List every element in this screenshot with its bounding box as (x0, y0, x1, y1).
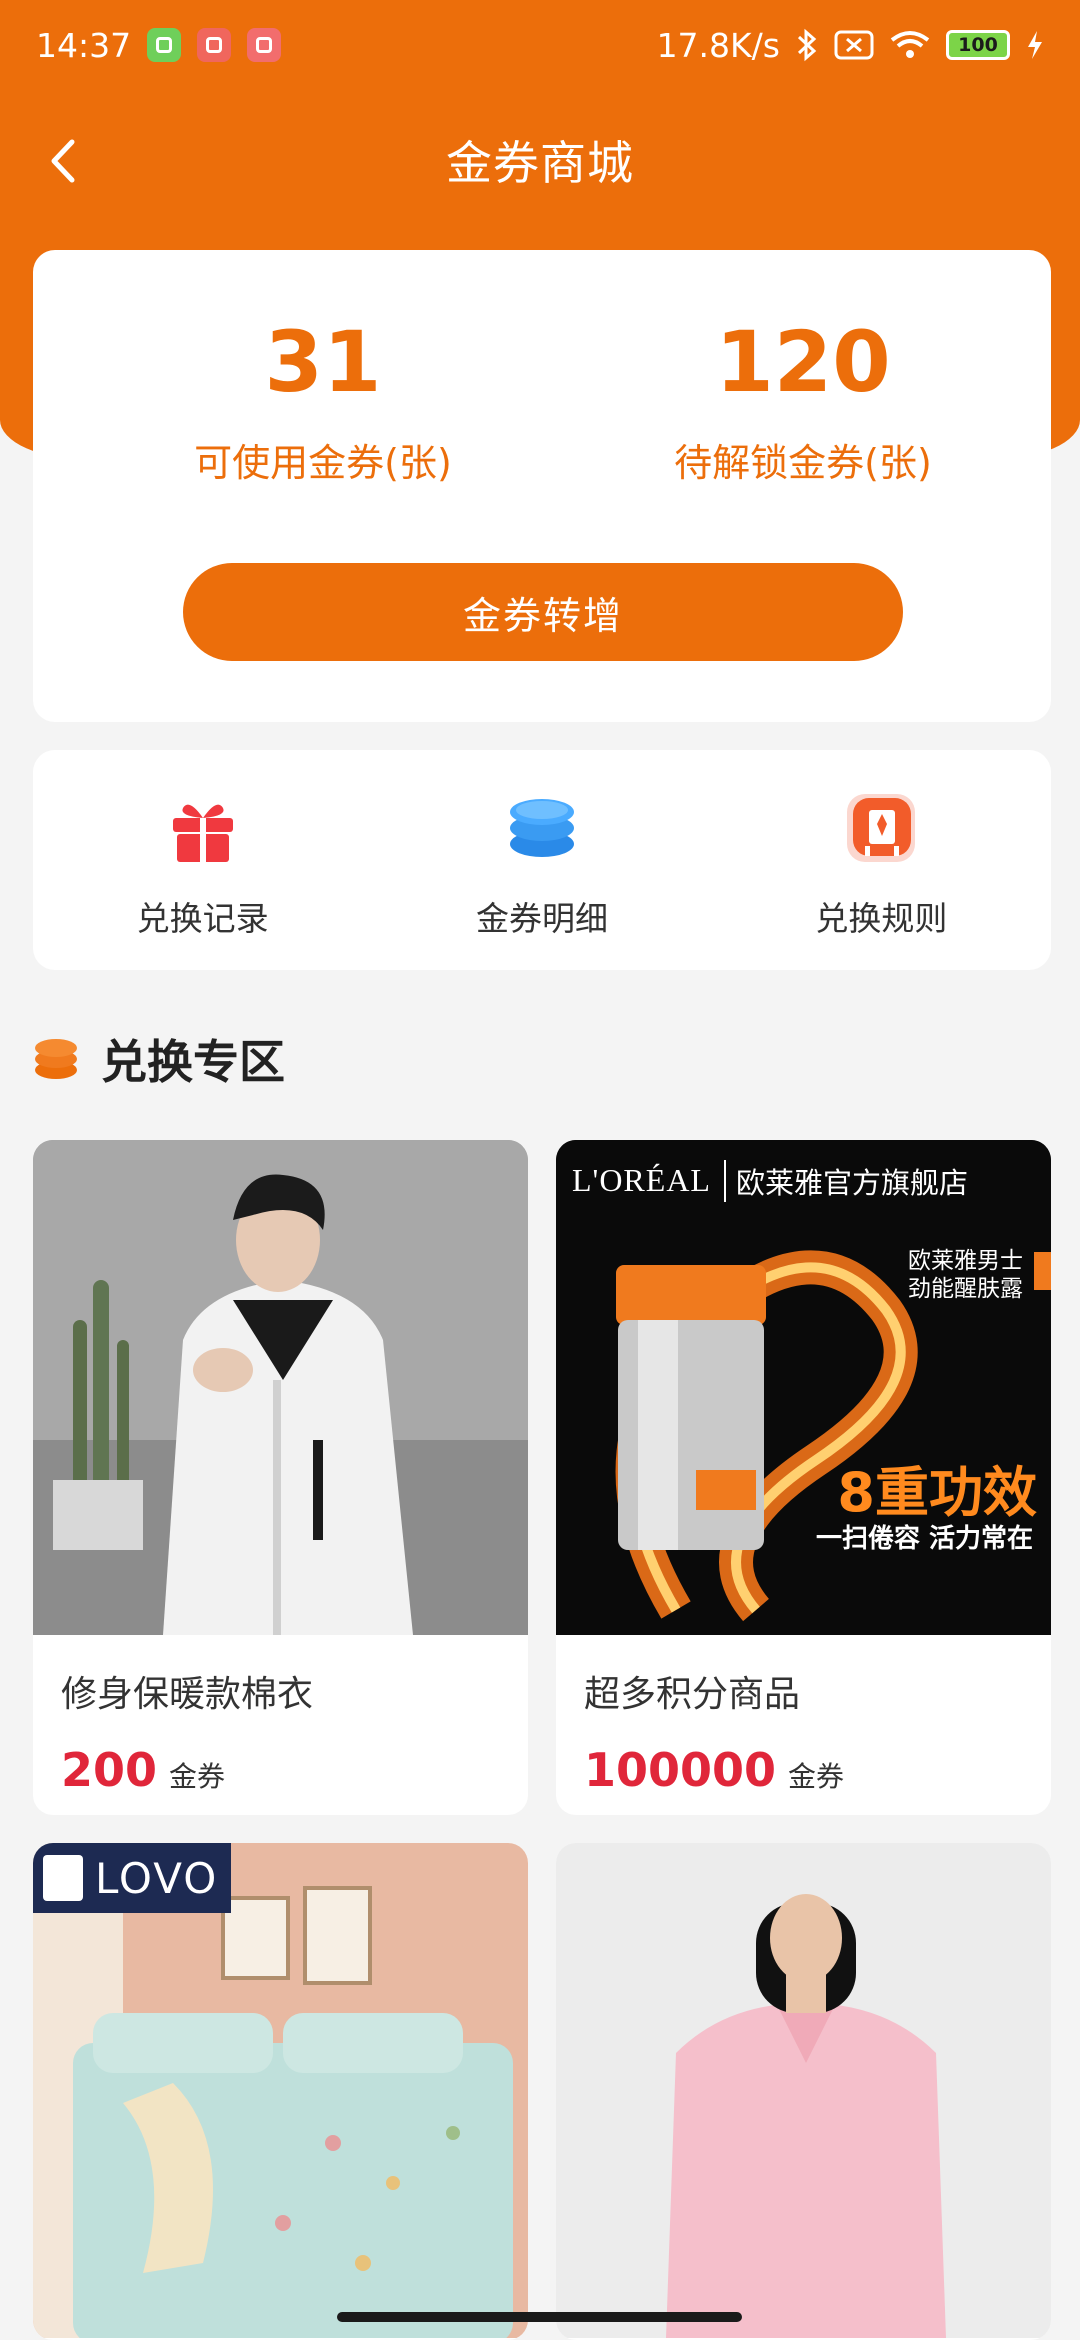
voucher-details-label: 金券明细 (475, 899, 608, 938)
product-card[interactable]: LOVO (33, 1843, 528, 2340)
lovo-logo: LOVO (33, 1843, 231, 1913)
page-title: 金券商城 (446, 136, 634, 190)
back-arrow-icon[interactable] (40, 136, 90, 186)
available-vouchers[interactable]: 31 可使用金券(张) (113, 320, 533, 487)
lovo-badge-icon (43, 1855, 83, 1901)
product-image: LOVO (33, 1843, 528, 2338)
promo-product-line1: 欧莱雅男士 (908, 1248, 1023, 1274)
app-notification-icon (147, 28, 182, 62)
charging-icon (1028, 31, 1042, 59)
status-bar: 14:37 17.8K/s 100 (0, 0, 1080, 90)
rules-icon (847, 794, 916, 862)
bluetooth-icon (797, 28, 817, 62)
clock: 14:37 (36, 25, 132, 65)
available-count: 31 (264, 313, 382, 411)
product-card[interactable] (556, 1843, 1051, 2340)
home-indicator[interactable] (337, 2312, 742, 2322)
voucher-summary-card: 31 可使用金券(张) 120 待解锁金券(张) 金券转增 (33, 250, 1051, 722)
product-image (556, 1843, 1051, 2338)
no-sim-icon (834, 30, 874, 60)
exchange-records-link[interactable]: 兑换记录 (33, 750, 372, 970)
locked-vouchers[interactable]: 120 待解锁金券(张) (593, 320, 1013, 487)
locked-label: 待解锁金券(张) (674, 441, 932, 485)
battery-indicator: 100 (946, 30, 1010, 60)
price-unit: 金券 (788, 1760, 845, 1793)
product-image (33, 1140, 528, 1635)
promo-product: 欧莱雅男士 劲能醒肤露 (908, 1248, 1023, 1303)
gift-icon (172, 804, 233, 862)
transfer-vouchers-button[interactable]: 金券转增 (183, 563, 903, 661)
available-label: 可使用金券(张) (194, 441, 452, 485)
product-price: 200 金券 (33, 1717, 528, 1797)
wifi-icon (890, 31, 930, 58)
exchange-zone-heading: 兑换专区 (33, 1026, 285, 1092)
product-price: 100000 金券 (556, 1717, 1051, 1797)
coin-stack-icon (35, 1039, 77, 1079)
price-value: 200 (61, 1743, 158, 1797)
price-value: 100000 (584, 1743, 777, 1797)
nav-bar: 金券商城 (0, 110, 1080, 210)
locked-count: 120 (715, 313, 891, 411)
section-title: 兑换专区 (101, 1035, 285, 1089)
exchange-rules-label: 兑换规则 (815, 899, 948, 938)
promo-tagline: 一扫倦容 活力常在 (815, 1524, 1033, 1554)
quick-links: 兑换记录 金券明细 兑换规则 (33, 750, 1051, 970)
product-image: L'ORÉAL 欧莱雅官方旗舰店 欧莱雅男士 劲能醒肤露 8重功效 一扫倦容 活… (556, 1140, 1051, 1635)
exchange-records-label: 兑换记录 (136, 899, 269, 938)
store-name: 欧莱雅官方旗舰店 (724, 1160, 968, 1202)
promo-product-line2: 劲能醒肤露 (908, 1275, 1023, 1302)
promo-headline: 8重功效 (837, 1461, 1037, 1524)
product-name: 修身保暖款棉衣 (61, 1674, 314, 1715)
voucher-details-link[interactable]: 金券明细 (372, 750, 711, 970)
price-unit: 金券 (169, 1760, 226, 1793)
app-notification-icon (197, 28, 232, 62)
app-notification-icon (247, 28, 282, 62)
coin-stack-icon (509, 799, 574, 857)
lovo-text: LOVO (95, 1853, 219, 1903)
brand-logo: L'ORÉAL (572, 1162, 711, 1198)
exchange-rules-link[interactable]: 兑换规则 (712, 750, 1051, 970)
network-speed: 17.8K/s (656, 25, 780, 65)
product-card[interactable]: 修身保暖款棉衣 200 金券 (33, 1140, 528, 1815)
product-card[interactable]: L'ORÉAL 欧莱雅官方旗舰店 欧莱雅男士 劲能醒肤露 8重功效 一扫倦容 活… (556, 1140, 1051, 1815)
product-name: 超多积分商品 (584, 1674, 801, 1715)
